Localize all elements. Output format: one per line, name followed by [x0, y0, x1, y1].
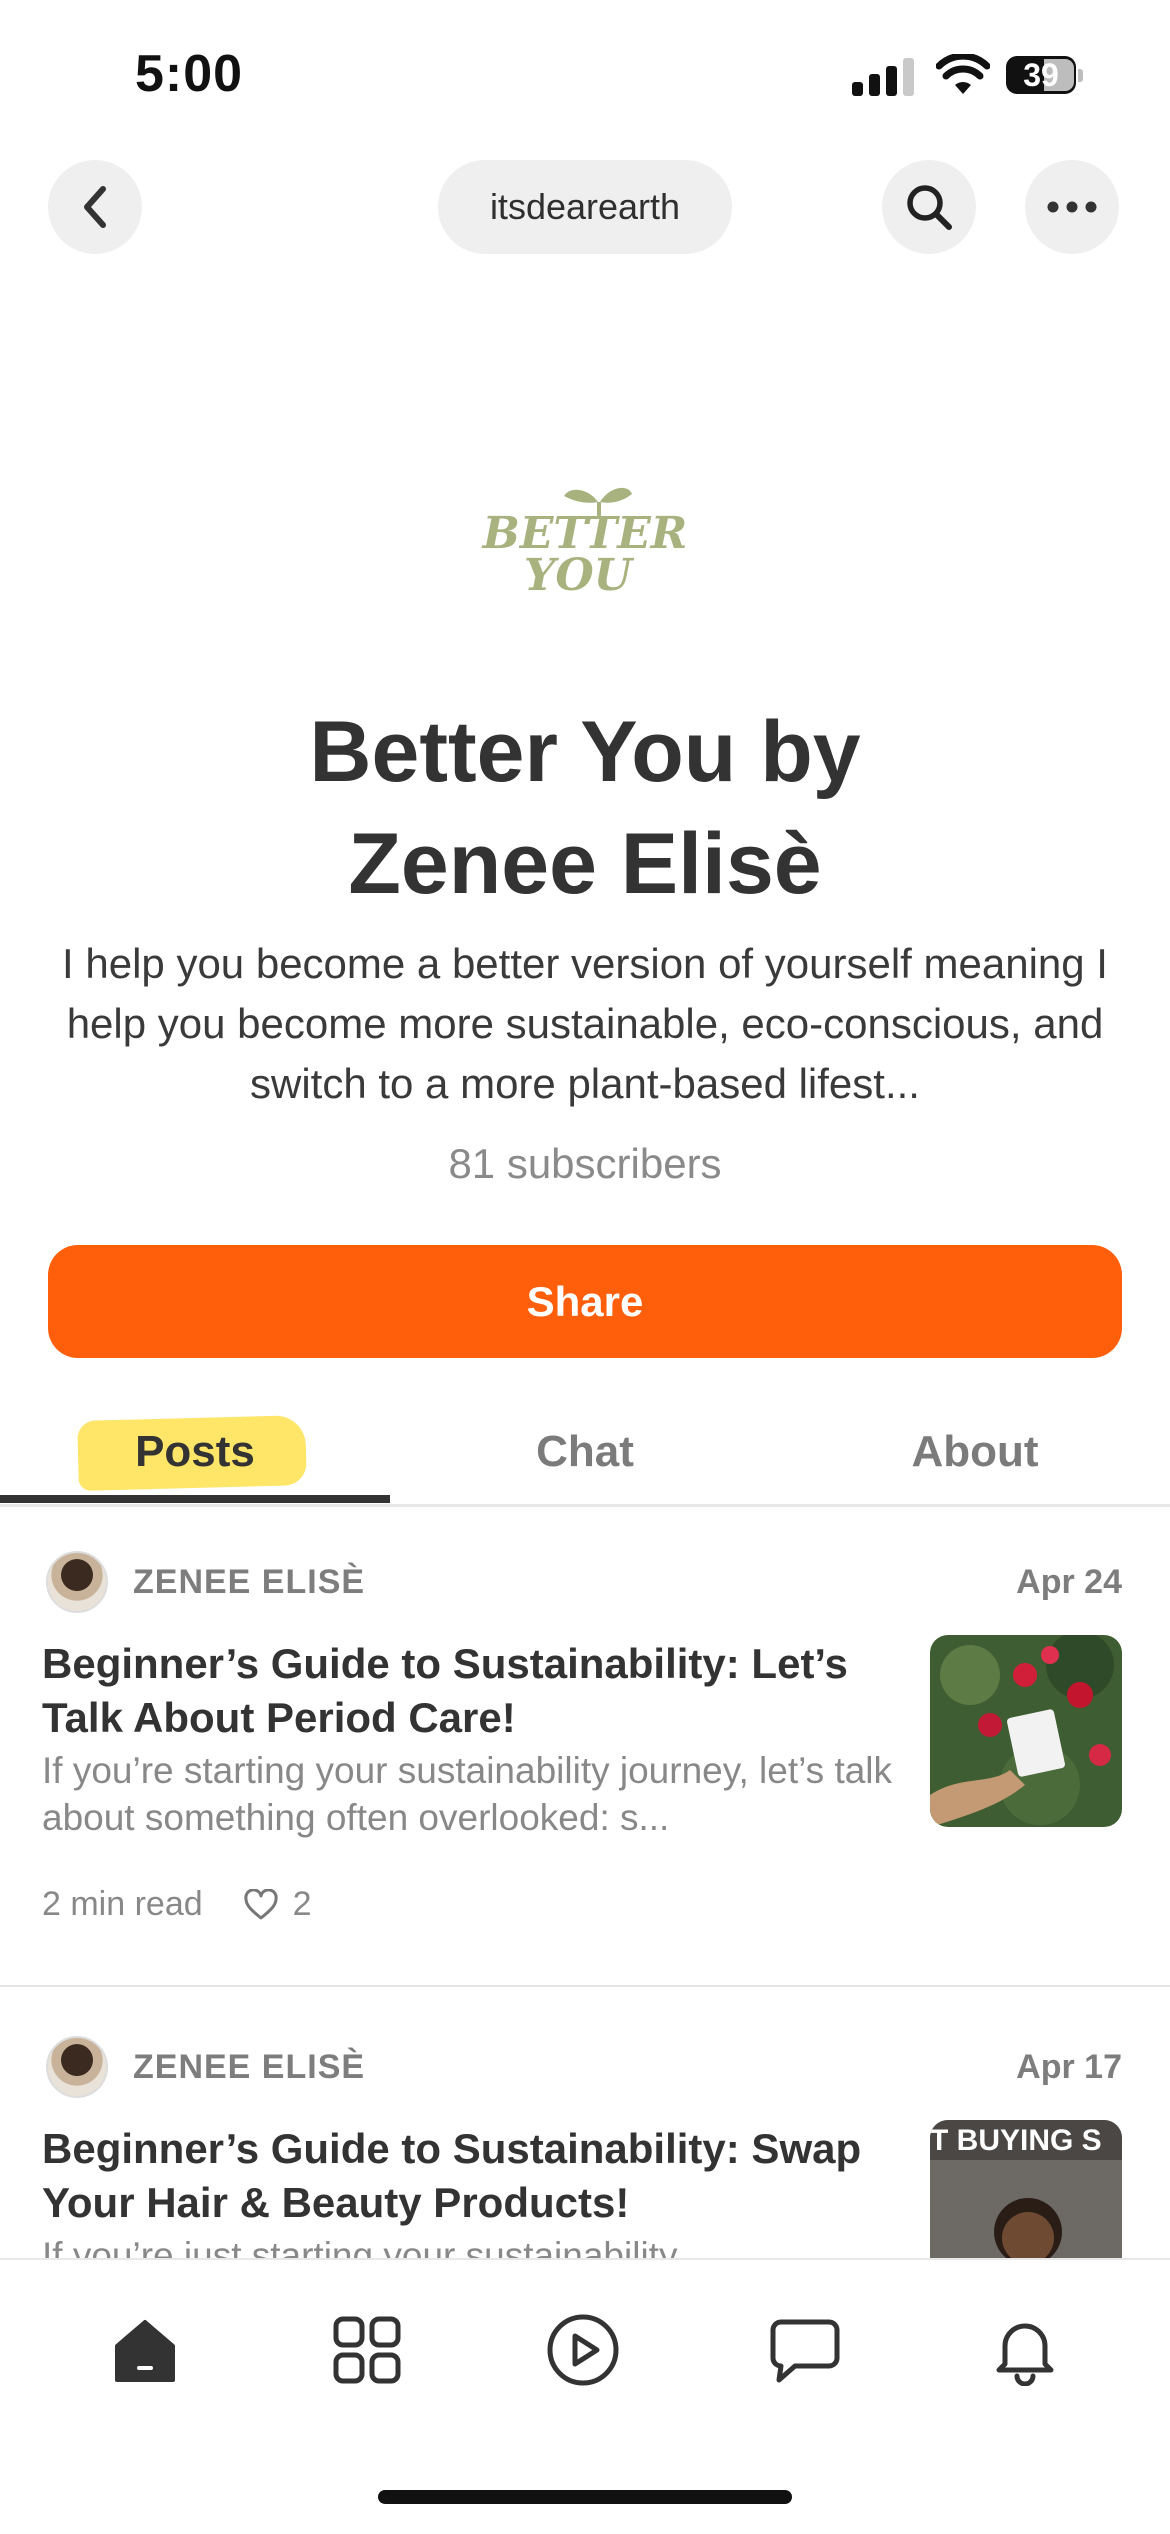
grid-icon[interactable] [327, 2310, 407, 2390]
home-icon[interactable] [105, 2310, 185, 2390]
more-options-button[interactable] [1025, 160, 1119, 254]
post-thumbnail[interactable] [930, 1635, 1122, 1827]
author-avatar [46, 1551, 108, 1613]
publication-title: Better You by Zenee Elisè [60, 696, 1110, 920]
tab-chat[interactable]: Chat [390, 1400, 780, 1504]
search-icon [907, 185, 952, 230]
post-read-time: 2 min read [42, 1885, 203, 1923]
publication-description: I help you become a better version of yo… [62, 940, 1108, 1107]
home-indicator[interactable] [378, 2490, 792, 2504]
subscriber-count: 81 subscribers [448, 1140, 722, 1187]
battery-level: 39 [1023, 57, 1059, 93]
post-author: ZENEE ELISÈ [133, 1563, 366, 1601]
post-title[interactable]: Beginner’s Guide to Sustainability: Let’… [42, 1637, 922, 1745]
tab-bar: Posts Chat About [0, 1400, 1170, 1507]
share-button[interactable]: Share [48, 1245, 1122, 1358]
publication-title-line1: Better You by [309, 704, 861, 800]
tab-about[interactable]: About [780, 1400, 1170, 1504]
post-thumbnail[interactable]: T BUYING S [930, 2120, 1122, 2258]
ellipsis-icon [1047, 201, 1097, 213]
status-time: 5:00 [135, 45, 244, 103]
play-icon[interactable] [543, 2310, 623, 2390]
post-like-count: 2 [292, 1885, 312, 1923]
tab-posts-label: Posts [135, 1427, 255, 1476]
post-title[interactable]: Beginner’s Guide to Sustainability: Swap… [42, 2122, 922, 2230]
heart-icon[interactable] [243, 1888, 279, 1921]
post-meta: 2 min read 2 [42, 1885, 312, 1924]
battery-icon: 39 [1006, 56, 1084, 96]
post-snippet: If you’re starting your sustainability j… [42, 1750, 893, 1838]
wifi-icon [935, 52, 991, 96]
publication-logo: BETTER YOU [460, 478, 710, 601]
post-author: ZENEE ELISÈ [133, 2048, 366, 2086]
chat-icon[interactable] [765, 2310, 845, 2390]
bell-icon[interactable] [985, 2310, 1065, 2390]
author-avatar [46, 2036, 108, 2098]
back-button[interactable] [48, 160, 142, 254]
post-snippet: If you’re just starting your sustainabil… [42, 2235, 678, 2258]
tab-posts[interactable]: Posts [0, 1400, 390, 1504]
publication-handle-button[interactable]: itsdearearth [438, 160, 732, 254]
post-divider [0, 1985, 1170, 1987]
publication-title-line2: Zenee Elisè [348, 816, 822, 912]
tab-about-label: About [911, 1427, 1039, 1476]
chevron-left-icon [84, 186, 106, 228]
search-button[interactable] [882, 160, 976, 254]
post-item[interactable]: ZENEE ELISÈ Apr 17 Beginner’s Guide to S… [0, 2030, 1170, 2258]
tab-chat-label: Chat [536, 1427, 634, 1476]
signal-icon [852, 58, 914, 96]
post-date: Apr 24 [1016, 1563, 1122, 1601]
thumbnail-caption: T BUYING S [930, 2124, 1102, 2157]
active-tab-indicator [0, 1495, 390, 1503]
post-date: Apr 17 [1016, 2048, 1122, 2086]
logo-text-line2: YOU [524, 550, 635, 598]
